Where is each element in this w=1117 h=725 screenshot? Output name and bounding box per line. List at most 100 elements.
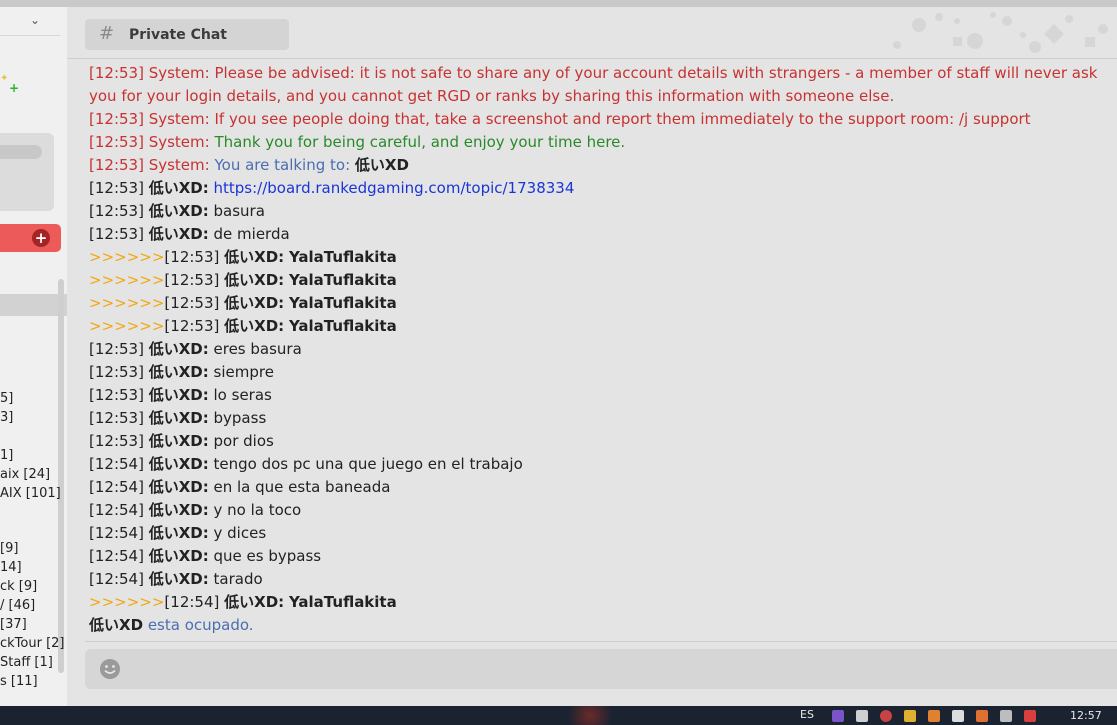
message-timestamp: [12:54] <box>89 501 144 519</box>
message-username[interactable]: 低いXD: <box>224 248 284 266</box>
clock[interactable]: 12:57 <box>1070 709 1102 722</box>
message-username[interactable]: 低いXD <box>355 156 409 174</box>
message-text: por dios <box>213 432 274 450</box>
tab-private-chat[interactable]: # Private Chat <box>85 19 289 50</box>
chat-message: [12:54] 低いXD: en la que esta baneada <box>89 476 1117 499</box>
smiley-icon[interactable] <box>99 658 121 680</box>
message-text: y no la toco <box>213 501 302 519</box>
message-username[interactable]: 低いXD: <box>224 271 284 289</box>
message-timestamp: [12:53] <box>164 248 220 266</box>
message-timestamp: [12:53] System: <box>89 110 210 128</box>
tray-icon[interactable] <box>832 710 844 722</box>
message-text: lo seras <box>213 386 272 404</box>
room-list-item[interactable]: [37] <box>0 617 27 632</box>
volume-icon[interactable] <box>1024 710 1036 722</box>
sidebar-active-item[interactable] <box>0 224 61 252</box>
tray-icon[interactable] <box>904 710 916 722</box>
message-timestamp: [12:53] <box>89 363 144 381</box>
message-timestamp: [12:53] <box>164 317 220 335</box>
header-divider <box>67 58 1117 59</box>
tray-icon[interactable] <box>976 710 988 722</box>
message-username[interactable]: 低いXD: <box>224 317 284 335</box>
message-timestamp: [12:53] System: <box>89 156 210 174</box>
tray-icon[interactable] <box>928 710 940 722</box>
message-username[interactable]: 低いXD: <box>149 386 209 404</box>
tray-icon[interactable] <box>952 710 964 722</box>
message-text: siempre <box>213 363 274 381</box>
room-list-item[interactable]: AIX [101] <box>0 486 61 501</box>
message-text: Please be advised: it is not safe to sha… <box>89 64 1098 105</box>
tray-icon[interactable] <box>856 710 868 722</box>
room-list-item[interactable]: ck [9] <box>0 579 37 594</box>
own-message-marker: >>>>>> <box>89 317 165 335</box>
message-text: esta ocupado. <box>147 616 254 634</box>
message-timestamp: [12:53] <box>89 340 144 358</box>
message-text: YalaTuflakita <box>288 317 397 335</box>
message-timestamp: [12:54] <box>89 570 144 588</box>
message-username[interactable]: 低いXD: <box>149 501 209 519</box>
room-list-item[interactable]: aix [24] <box>0 467 50 482</box>
status-message: 低いXD esta ocupado. <box>89 614 1117 637</box>
message-input[interactable] <box>85 649 1117 689</box>
room-list-item[interactable]: 1] <box>0 448 13 463</box>
message-username[interactable]: 低いXD: <box>149 363 209 381</box>
message-text: y dices <box>213 524 267 542</box>
tray-icon[interactable] <box>880 710 892 722</box>
sidebar-scrollbar[interactable] <box>58 279 64 673</box>
own-message: >>>>>>[12:53] 低いXD: YalaTuflakita <box>89 269 1117 292</box>
own-message-marker: >>>>>> <box>89 593 165 611</box>
tray-icon[interactable] <box>1000 710 1012 722</box>
add-small-icon[interactable]: + <box>9 81 19 95</box>
chat-message: [12:53] 低いXD: basura <box>89 200 1117 223</box>
taskbar: ES 12:57 <box>0 706 1117 725</box>
plus-icon[interactable]: + <box>32 229 50 247</box>
message-timestamp: [12:54] <box>89 524 144 542</box>
sidebar-divider <box>0 35 60 36</box>
room-list-item[interactable]: 14] <box>0 560 22 575</box>
message-username[interactable]: 低いXD <box>89 616 143 634</box>
own-message: >>>>>>[12:53] 低いXD: YalaTuflakita <box>89 246 1117 269</box>
room-list-item[interactable]: Staff [1] <box>0 655 53 670</box>
message-text: tarado <box>213 570 263 588</box>
chat-panel: # Private Chat [12:53] System: Please be… <box>67 7 1117 706</box>
decorative-pattern <box>893 12 1108 53</box>
message-username[interactable]: 低いXD: <box>149 202 209 220</box>
system-message: [12:53] System: Thank you for being care… <box>89 131 1117 154</box>
message-username[interactable]: 低いXD: <box>149 409 209 427</box>
language-indicator[interactable]: ES <box>800 708 814 721</box>
room-list-item[interactable]: 5] <box>0 391 13 406</box>
message-username[interactable]: 低いXD: <box>224 593 284 611</box>
message-timestamp: [12:54] <box>89 455 144 473</box>
chevron-down-icon[interactable]: ⌄ <box>30 13 40 27</box>
message-username[interactable]: 低いXD: <box>149 179 209 197</box>
message-username[interactable]: 低いXD: <box>149 340 209 358</box>
room-list-item[interactable]: [9] <box>0 541 18 556</box>
room-list-item[interactable]: s [11] <box>0 674 38 689</box>
sidebar-section-header <box>0 294 67 316</box>
message-username[interactable]: 低いXD: <box>149 547 209 565</box>
message-text: en la que esta baneada <box>213 478 391 496</box>
system-message: [12:53] System: You are talking to: 低いXD <box>89 154 1117 177</box>
own-message-marker: >>>>>> <box>89 271 165 289</box>
message-username[interactable]: 低いXD: <box>149 478 209 496</box>
message-username[interactable]: 低いXD: <box>224 294 284 312</box>
message-text: basura <box>213 202 265 220</box>
chat-message: [12:53] 低いXD: lo seras <box>89 384 1117 407</box>
message-username[interactable]: 低いXD: <box>149 455 209 473</box>
message-username[interactable]: 低いXD: <box>149 524 209 542</box>
message-username[interactable]: 低いXD: <box>149 432 209 450</box>
own-message-marker: >>>>>> <box>89 248 165 266</box>
message-text: bypass <box>213 409 267 427</box>
room-list-item[interactable]: ckTour [2] <box>0 636 65 651</box>
message-link[interactable]: https://board.rankedgaming.com/topic/173… <box>214 179 575 197</box>
message-username[interactable]: 低いXD: <box>149 570 209 588</box>
system-message: [12:53] System: If you see people doing … <box>89 108 1117 131</box>
room-list-item[interactable]: / [46] <box>0 598 35 613</box>
message-text: que es bypass <box>213 547 322 565</box>
message-username[interactable]: 低いXD: <box>149 225 209 243</box>
chat-message: [12:53] 低いXD: siempre <box>89 361 1117 384</box>
chat-message: [12:54] 低いXD: tarado <box>89 568 1117 591</box>
message-text: YalaTuflakita <box>288 271 397 289</box>
sidebar-search-input[interactable] <box>0 145 42 159</box>
room-list-item[interactable]: 3] <box>0 410 13 425</box>
